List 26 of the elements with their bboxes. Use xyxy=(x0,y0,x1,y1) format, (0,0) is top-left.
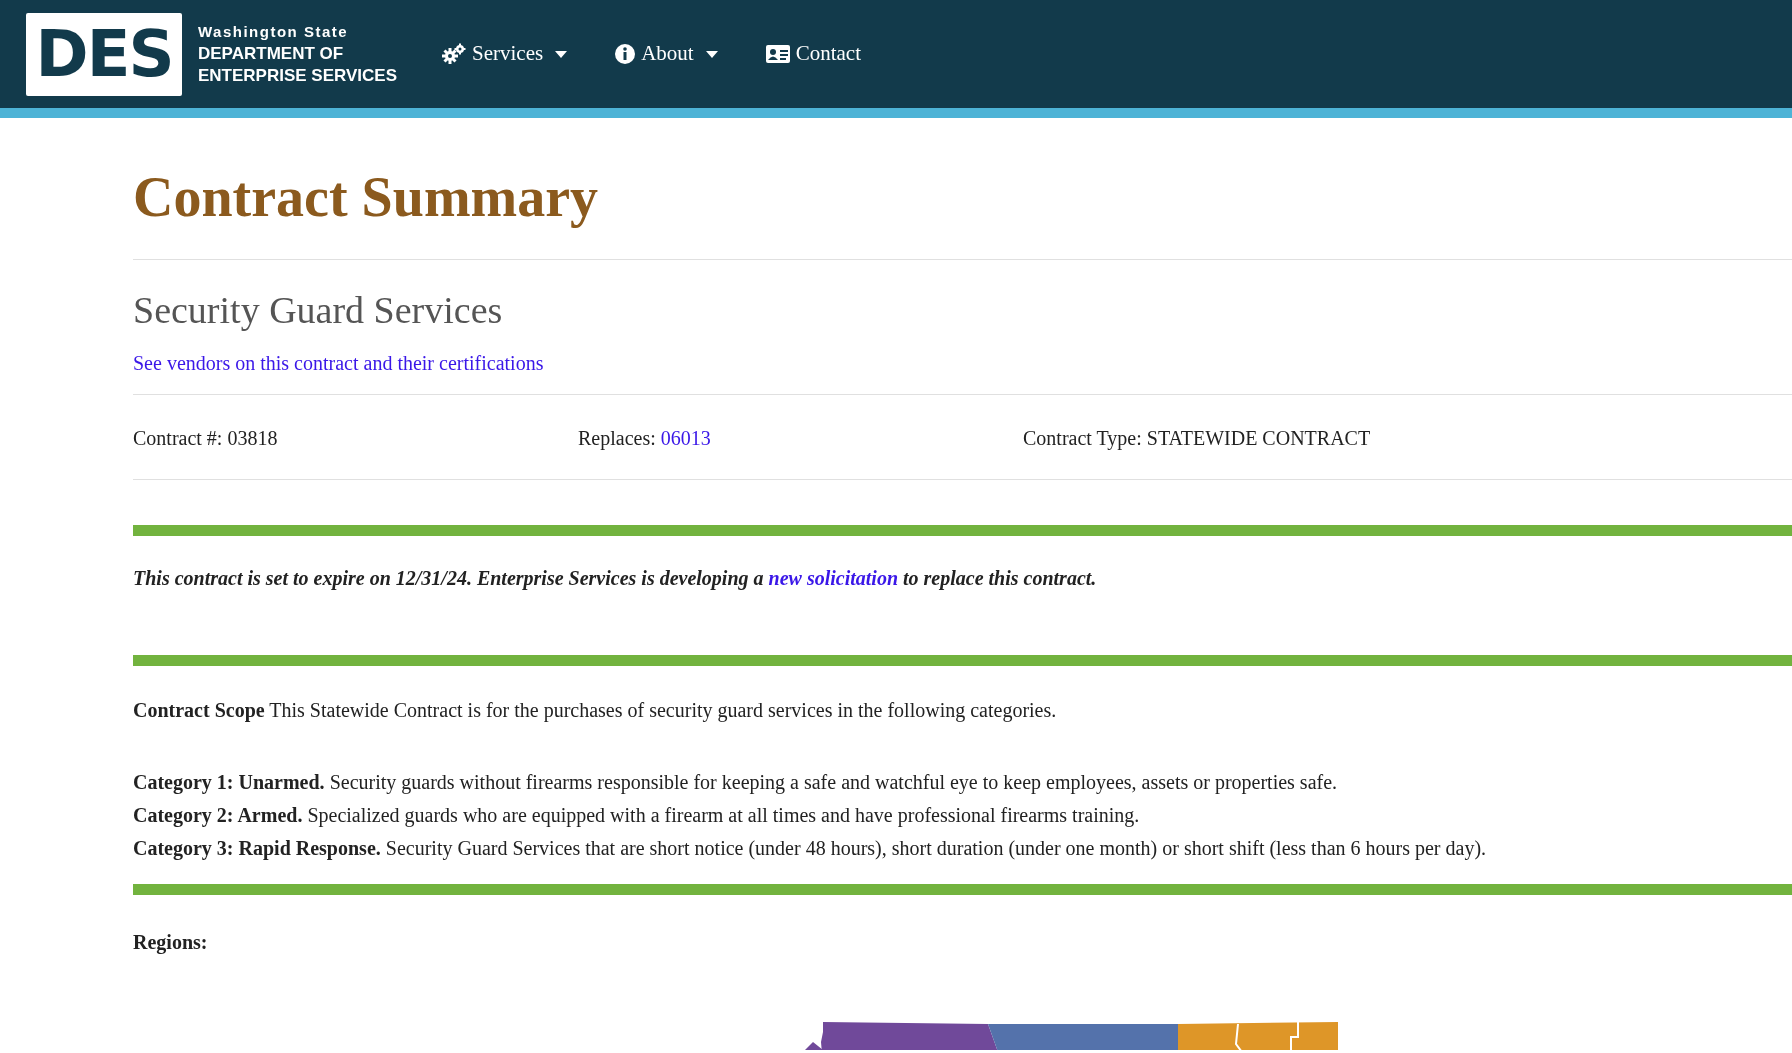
category-text: Category 3: Rapid Response. Security Guard Services that are short notice (under 48 hours), short duration (under one month) or short shift (less than 6 hours per day). xyxy=(133,835,1488,862)
contact-card-icon xyxy=(765,45,790,63)
org-name-line: ENTERPRISE SERVICES xyxy=(198,65,398,87)
caret-icon xyxy=(555,50,568,58)
category-text: Category 2: Armed. Specialized guards who are equipped with a firearm at all times and have professional firearms training. xyxy=(133,802,1141,829)
replaces-link[interactable]: 06013 xyxy=(660,426,711,449)
caret-icon xyxy=(705,50,718,58)
regions-label: Regions: xyxy=(133,929,209,956)
page-title: Contract Summary xyxy=(133,165,600,230)
info-icon xyxy=(615,44,636,64)
nav-dropdown[interactable]: About xyxy=(615,38,718,70)
gears-icon xyxy=(442,43,467,65)
org-name-line: Washington State xyxy=(198,22,350,42)
vendors-link[interactable]: See vendors on this contract and their certifications xyxy=(133,347,544,378)
category-text: Category 1: Unarmed. Security guards without firearms responsible for keeping a safe and watchful eye to keep employees, assets or properties safe. xyxy=(133,769,1339,796)
section-title: Security Guard Services xyxy=(133,288,504,334)
expiry-notice: This contract is set to expire on 12/31/24. Enterprise Services is developing a new solicitation to replace this contract. xyxy=(133,565,1098,592)
org-name-line: DEPARTMENT OF xyxy=(198,43,345,65)
solicitation-link[interactable]: new solicitation xyxy=(768,566,898,589)
contract-type: Contract Type: STATEWIDE CONTRACT xyxy=(1023,425,1371,452)
logo[interactable]: DES xyxy=(26,12,182,96)
scope-text: Contract Scope This Statewide Contract is for the purchases of security guard services in the following categories. xyxy=(133,697,1058,724)
nav-dropdown[interactable]: Services xyxy=(442,38,568,70)
replaces-text: Replaces: 06013 xyxy=(578,425,712,452)
nav-link[interactable]: Contact xyxy=(765,38,861,70)
contract-number: Contract #: 03818 xyxy=(133,425,279,451)
